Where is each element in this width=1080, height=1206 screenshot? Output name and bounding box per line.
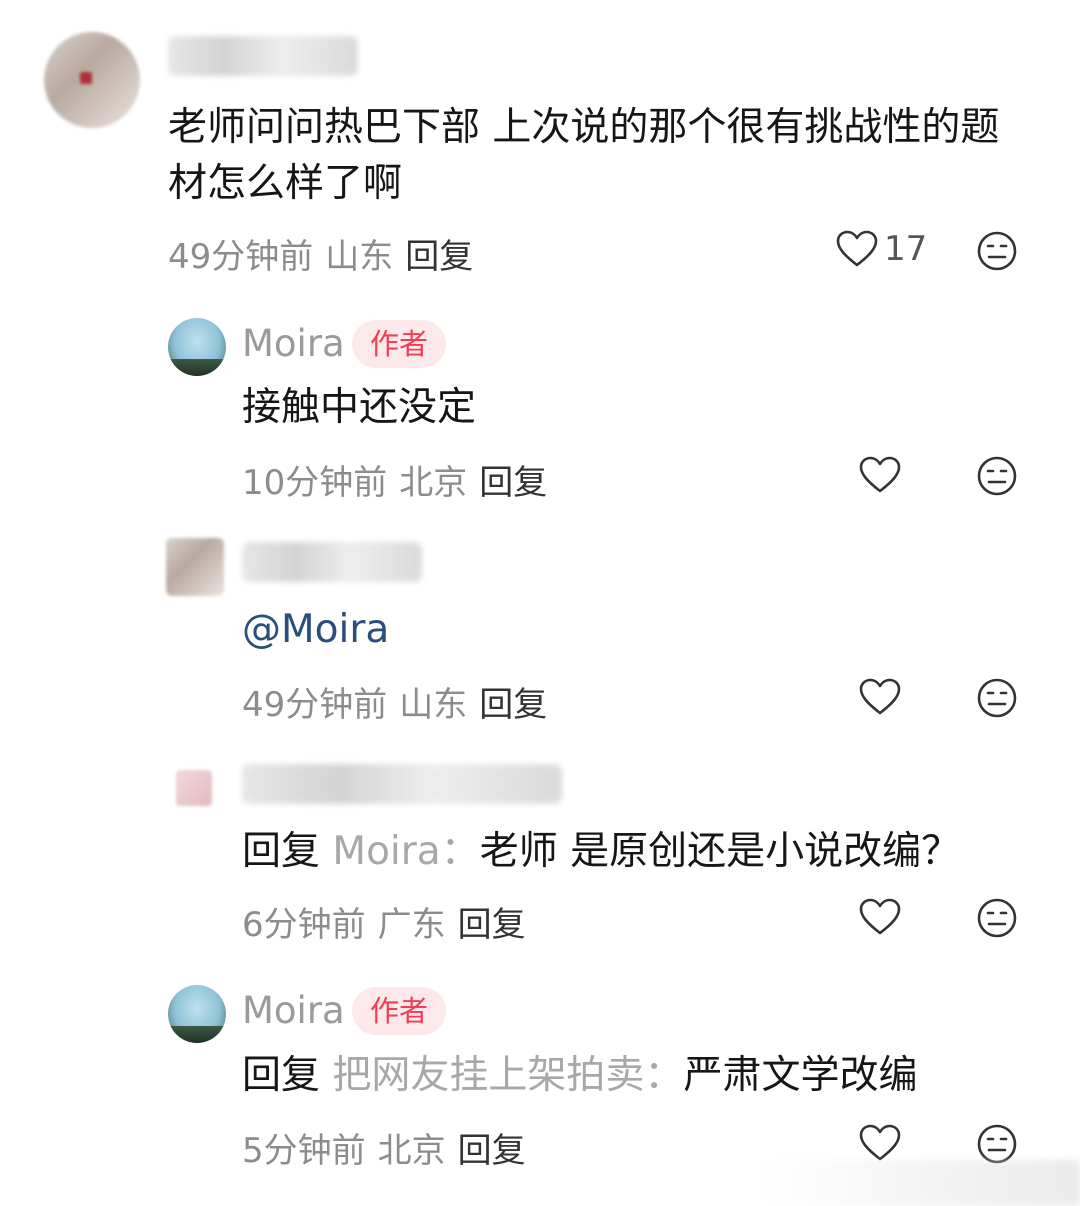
meh-face-icon[interactable]: [976, 897, 1018, 939]
comment-text: 回复 Moira：老师 是原创还是小说改编？: [242, 824, 1042, 880]
comment-time: 6分钟前: [242, 905, 366, 945]
comment-meta: 5分钟前 北京 回复: [242, 1123, 526, 1172]
comment-time: 10分钟前: [242, 463, 388, 503]
like-count: 17: [884, 229, 928, 269]
heart-outline-icon[interactable]: [859, 678, 901, 716]
meh-face-icon[interactable]: [976, 1123, 1018, 1165]
reply-prefix: 回复: [242, 1053, 321, 1098]
reply-prefix: 回复: [242, 829, 321, 874]
author-badge: 作者: [352, 320, 447, 368]
reply-to-user[interactable]: 把网友挂上架拍卖：: [332, 1053, 683, 1098]
meh-face-icon[interactable]: [976, 677, 1018, 719]
heart-outline-icon[interactable]: [859, 1124, 901, 1162]
meh-face-icon[interactable]: [976, 455, 1018, 497]
avatar[interactable]: [168, 318, 226, 376]
comment-text: 接触中还没定: [242, 385, 477, 430]
reply-to-user[interactable]: Moira：: [332, 829, 479, 874]
heart-outline-icon: [836, 230, 878, 267]
comment-time: 49分钟前: [168, 237, 314, 277]
comment-location: 北京: [377, 1131, 446, 1171]
reply-button[interactable]: 回复: [458, 1131, 526, 1171]
username-blurred[interactable]: [242, 542, 422, 582]
comment-time: 5分钟前: [242, 1131, 366, 1171]
comment-location: 广东: [377, 905, 446, 945]
username[interactable]: Moira: [242, 322, 345, 365]
reply-button[interactable]: 回复: [479, 463, 547, 503]
comment-location: 北京: [399, 463, 468, 503]
comment-time: 49分钟前: [242, 685, 388, 725]
avatar[interactable]: [44, 32, 140, 128]
author-badge: 作者: [352, 987, 447, 1035]
meh-face-icon[interactable]: [976, 230, 1018, 272]
comment-meta: 6分钟前 广东 回复: [242, 897, 526, 946]
comment-meta: 10分钟前 北京 回复: [242, 455, 547, 504]
heart-outline-icon[interactable]: [859, 898, 901, 936]
heart-outline-icon[interactable]: [859, 456, 901, 494]
comment-body: 严肃文学改编: [683, 1053, 918, 1098]
comment-body: 老师 是原创还是小说改编？: [479, 829, 961, 874]
comment-meta: 49分钟前 山东 回复: [168, 229, 473, 278]
username-blurred[interactable]: [168, 36, 358, 76]
avatar[interactable]: [166, 538, 224, 596]
like-button[interactable]: 17: [836, 229, 927, 269]
comment-location: 山东: [325, 237, 394, 277]
reply-button[interactable]: 回复: [479, 685, 547, 725]
comment-text: 回复 把网友挂上架拍卖：严肃文学改编: [242, 1048, 1042, 1104]
reply-button[interactable]: 回复: [458, 905, 526, 945]
avatar[interactable]: [168, 985, 226, 1043]
mention-link[interactable]: @Moira: [242, 602, 389, 658]
avatar[interactable]: [176, 770, 212, 806]
comment-meta: 49分钟前 山东 回复: [242, 677, 547, 726]
comment-location: 山东: [399, 685, 468, 725]
reply-button[interactable]: 回复: [405, 237, 473, 277]
watermark-fade: [760, 1160, 1080, 1206]
comment-text: 老师问问热巴下部 上次说的那个很有挑战性的题材怎么样了啊: [168, 105, 1000, 206]
username[interactable]: Moira: [242, 989, 345, 1032]
username-blurred[interactable]: [242, 764, 562, 804]
